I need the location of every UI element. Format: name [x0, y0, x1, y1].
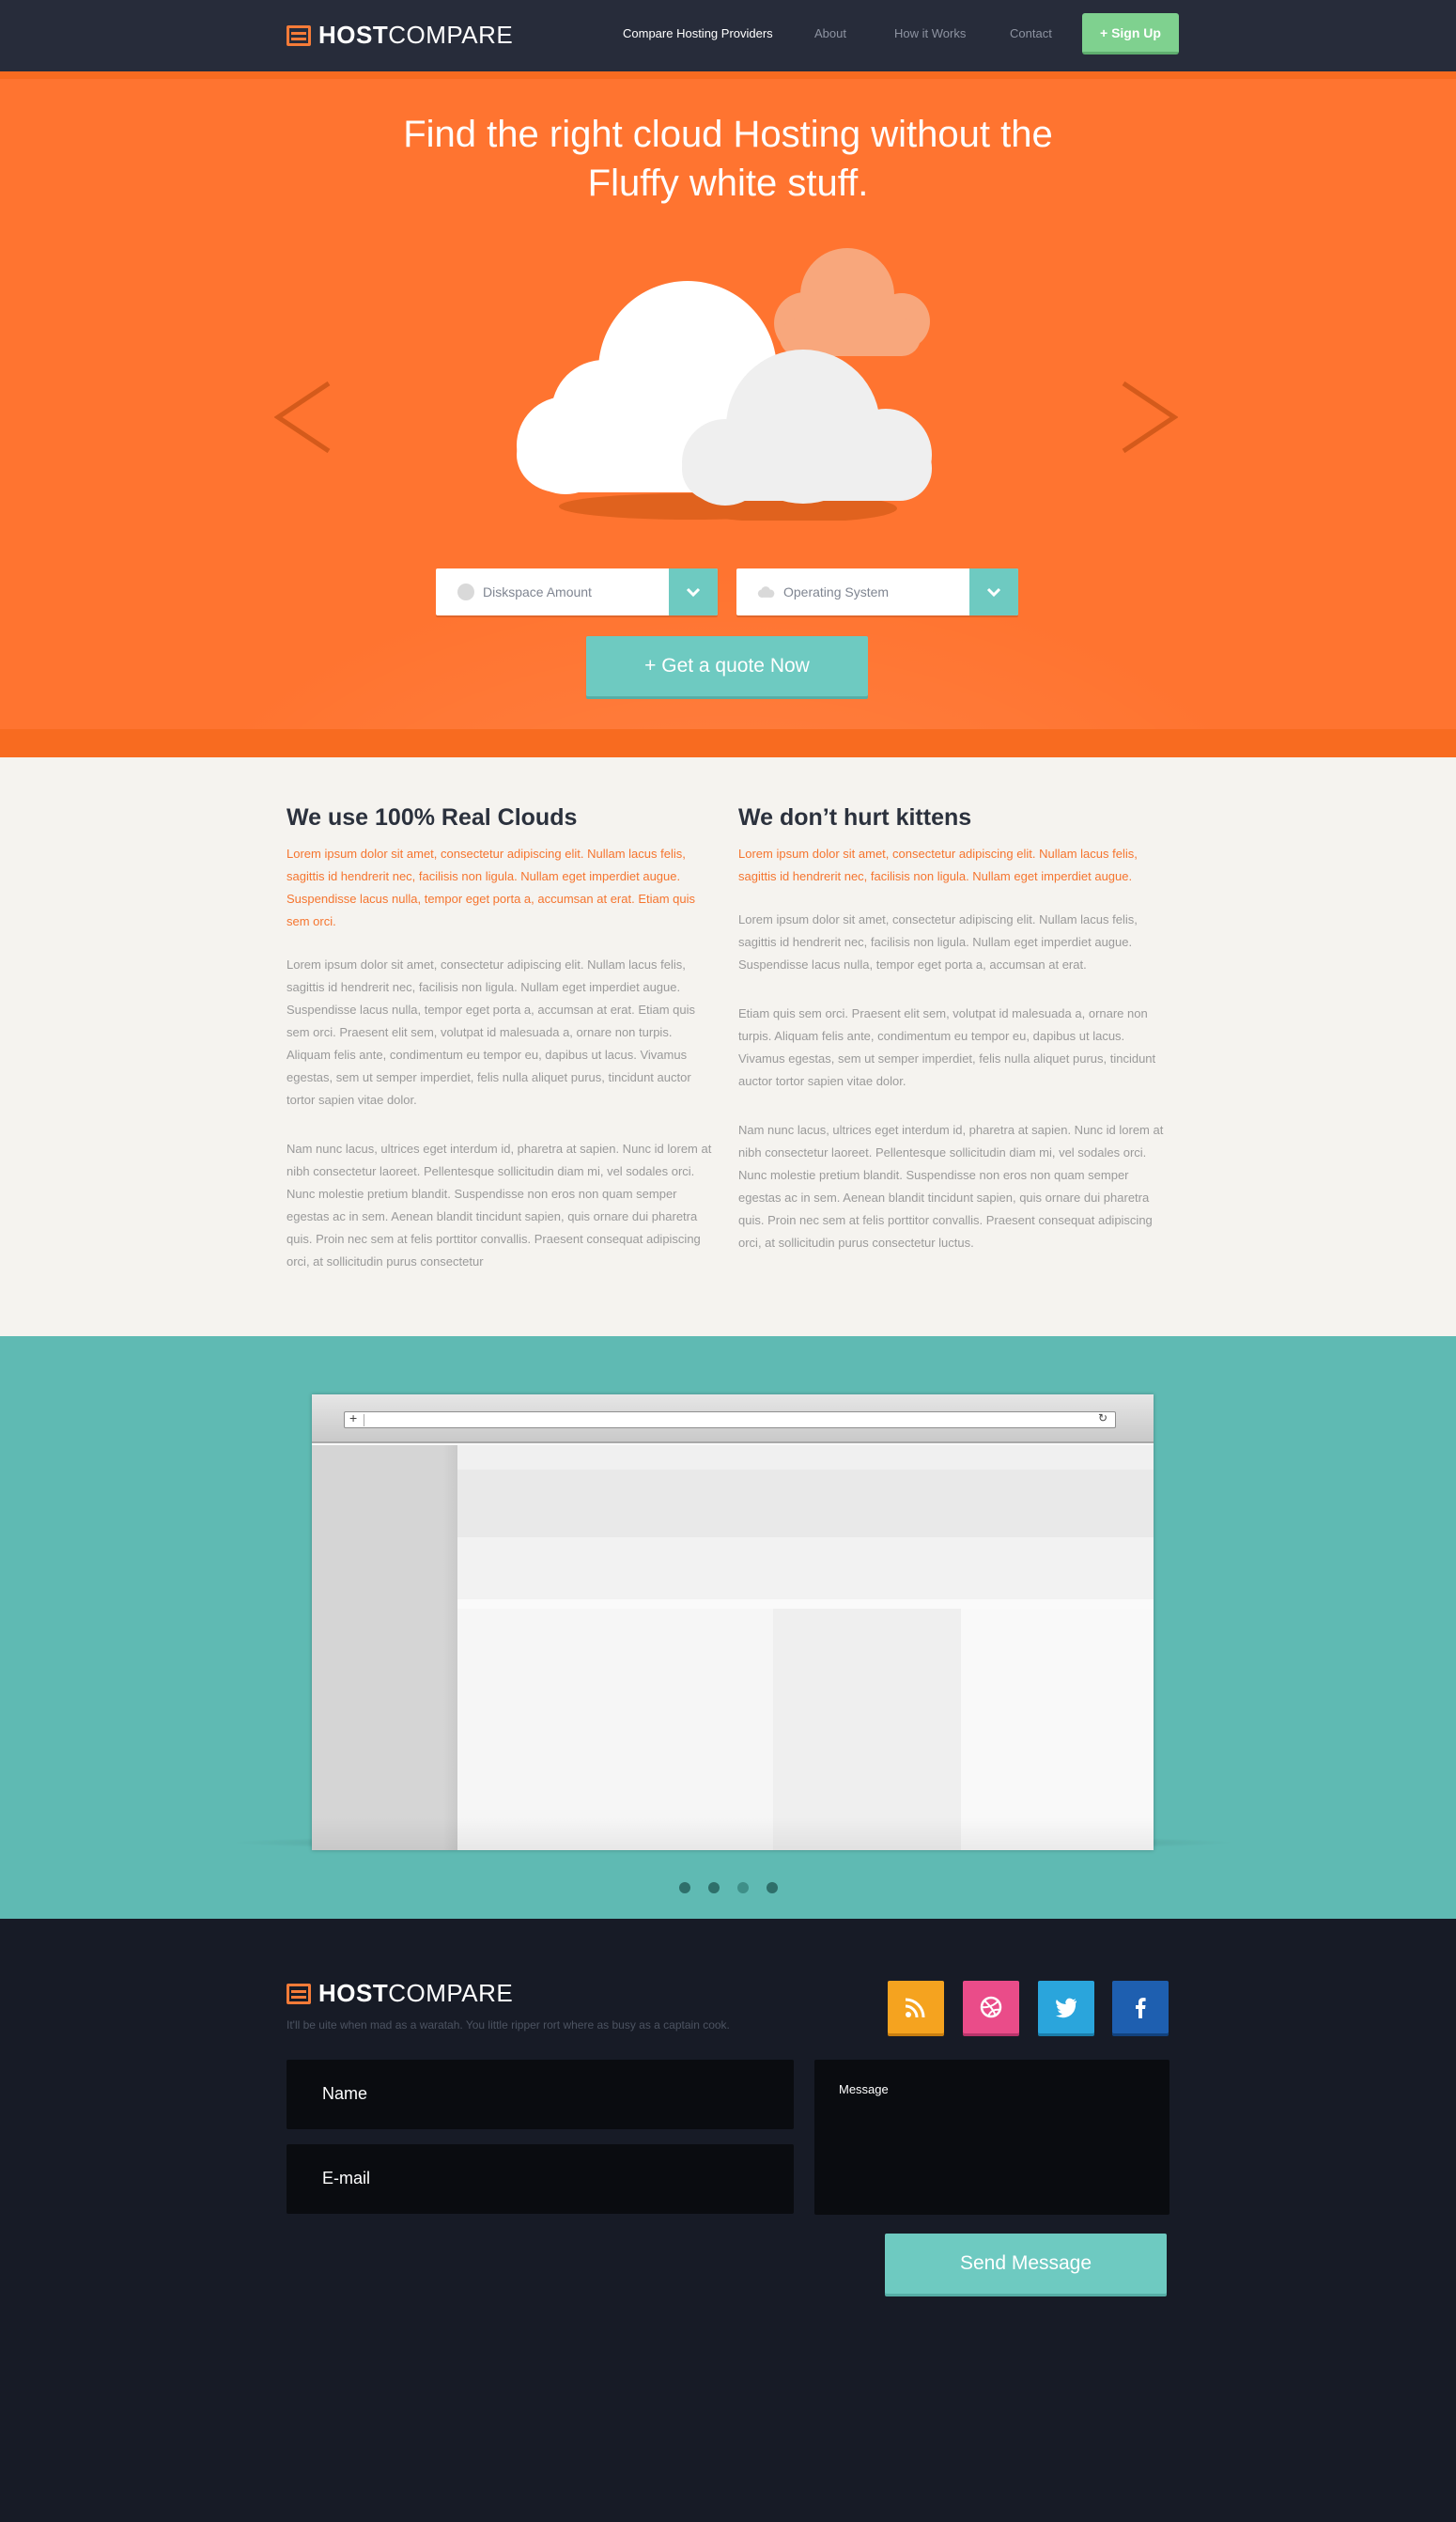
- browser-mockup: + ↻: [312, 1394, 1154, 1850]
- email-field-placeholder: E-mail: [322, 2169, 371, 2187]
- feature-paragraph: Nam nunc lacus, ultrices eget interdum i…: [287, 1142, 712, 1269]
- mockup-column: [773, 1609, 961, 1850]
- feature-paragraph: Lorem ipsum dolor sit amet, consectetur …: [738, 912, 1138, 972]
- mockup-subbanner: [457, 1537, 1154, 1599]
- feature-paragraph: Lorem ipsum dolor sit amet, consectetur …: [287, 957, 696, 1107]
- hero-section: Find the right cloud Hosting without the…: [0, 79, 1456, 729]
- top-navbar: HOSTCOMPARE Compare Hosting Providers Ab…: [0, 0, 1456, 71]
- browser-address-bar: + ↻: [344, 1410, 1116, 1428]
- logo-text: HOSTCOMPARE: [318, 1979, 514, 2007]
- mockup-column: [961, 1609, 1154, 1850]
- mockup-sidebar: [312, 1445, 457, 1850]
- message-field-placeholder: Message: [839, 2082, 889, 2096]
- hero-title-line-2: Fluffy white stuff.: [587, 163, 869, 204]
- diskspace-select[interactable]: Diskspace Amount: [436, 568, 718, 615]
- footer-logo[interactable]: HOSTCOMPARE: [287, 1979, 513, 2008]
- nav-link-contact[interactable]: Contact: [1010, 26, 1052, 40]
- name-field[interactable]: Name: [287, 2060, 794, 2129]
- slider-dot[interactable]: [707, 1882, 720, 1893]
- feature-column-kittens: We don’t hurt kittens Lorem ipsum dolor …: [738, 804, 1170, 1281]
- chevron-right-icon: [1122, 381, 1179, 454]
- hero-bottom-strip: [0, 729, 1456, 757]
- feature-title: We use 100% Real Clouds: [287, 804, 578, 831]
- plus-icon: +: [349, 1410, 358, 1425]
- mockup-sidebar-edge: [443, 1445, 457, 1850]
- rss-button[interactable]: [888, 1981, 944, 2033]
- feature-paragraph: Etiam quis sem orci. Praesent elit sem, …: [738, 1006, 1156, 1088]
- nav-link-how-it-works[interactable]: How it Works: [894, 26, 966, 40]
- slider-next-button[interactable]: [1122, 380, 1179, 455]
- browser-toolbar: + ↻: [312, 1394, 1154, 1443]
- reload-icon: ↻: [1097, 1411, 1107, 1424]
- facebook-button[interactable]: [1112, 1981, 1169, 2033]
- slider-dot[interactable]: [736, 1882, 749, 1893]
- server-icon: [287, 1983, 311, 2004]
- features-section: We use 100% Real Clouds Lorem ipsum dolo…: [0, 757, 1456, 1336]
- footer-tagline: It'll be uite when mad as a waratah. You…: [287, 2018, 730, 2032]
- get-quote-button[interactable]: + Get a quote Now: [586, 636, 868, 696]
- nav-link-compare[interactable]: Compare Hosting Providers: [623, 26, 773, 40]
- chevron-down-icon: [686, 587, 701, 598]
- slider-prev-button[interactable]: [273, 380, 331, 455]
- clouds-illustration: [498, 229, 958, 522]
- message-field[interactable]: Message: [814, 2060, 1169, 2215]
- facebook-icon: [1136, 1998, 1146, 2018]
- feature-title: We don’t hurt kittens: [738, 804, 972, 831]
- chevron-left-icon: [273, 381, 331, 454]
- feature-lead: Lorem ipsum dolor sit amet, consectetur …: [287, 847, 696, 928]
- slider-dots: [0, 1882, 1456, 1895]
- diskspace-dropdown-button[interactable]: [669, 568, 718, 615]
- email-field[interactable]: E-mail: [287, 2144, 794, 2214]
- slider-dot[interactable]: [766, 1882, 778, 1893]
- showcase-section: + ↻: [0, 1336, 1456, 1919]
- mockup-fade: [312, 1817, 1154, 1850]
- operating-system-select-label: Operating System: [783, 584, 890, 599]
- hero-title-line-1: Find the right cloud Hosting without the: [403, 114, 1053, 155]
- dribbble-icon: [980, 1996, 1002, 2018]
- os-dropdown-button[interactable]: [969, 568, 1018, 615]
- rss-icon: [905, 1998, 925, 2018]
- name-field-placeholder: Name: [322, 2084, 368, 2103]
- slider-dot[interactable]: [678, 1882, 690, 1893]
- mockup-column: [457, 1609, 773, 1850]
- nav-links: Compare Hosting Providers About How it W…: [0, 26, 1456, 45]
- cloud-icon: [517, 248, 932, 522]
- operating-system-select[interactable]: Operating System: [736, 568, 1018, 615]
- send-message-button[interactable]: Send Message: [885, 2234, 1167, 2294]
- dribbble-button[interactable]: [963, 1981, 1019, 2033]
- feature-paragraph: Nam nunc lacus, ultrices eget interdum i…: [738, 1123, 1164, 1250]
- feature-column-real-clouds: We use 100% Real Clouds Lorem ipsum dolo…: [287, 804, 719, 1300]
- footer-section: HOSTCOMPARE It'll be uite when mad as a …: [0, 1919, 1456, 2522]
- twitter-button[interactable]: [1038, 1981, 1094, 2033]
- nav-accent-strip: [0, 71, 1456, 79]
- sign-up-button[interactable]: + Sign Up: [1082, 13, 1179, 54]
- mockup-header-strip: [457, 1445, 1154, 1470]
- chevron-down-icon: [986, 587, 1001, 598]
- diskspace-select-label: Diskspace Amount: [483, 584, 592, 599]
- mockup-banner: [457, 1470, 1154, 1537]
- twitter-icon: [1056, 1998, 1077, 2018]
- pie-chart-icon: [457, 583, 475, 601]
- feature-lead: Lorem ipsum dolor sit amet, consectetur …: [738, 847, 1138, 883]
- cloud-small-icon: [757, 583, 776, 601]
- hero-title: Find the right cloud Hosting without the…: [352, 110, 1104, 208]
- nav-link-about[interactable]: About: [814, 26, 846, 40]
